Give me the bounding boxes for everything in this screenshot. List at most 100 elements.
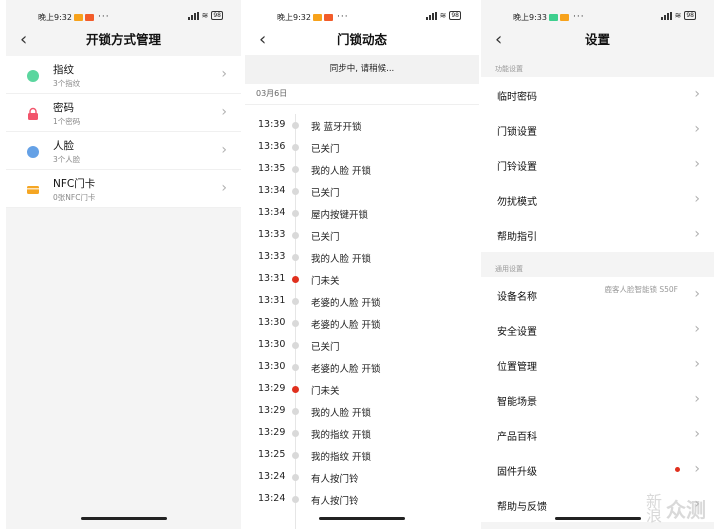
- status-time: 晚上9:33: [513, 13, 547, 22]
- event-text: 门未关: [311, 276, 340, 287]
- device-name-value: 鹿客人脸智能锁 S50F: [604, 285, 678, 294]
- settings-item-label: 勿扰模式: [497, 197, 537, 208]
- settings-item-label: 安全设置: [497, 327, 537, 338]
- event-time: 13:29: [258, 427, 286, 438]
- sync-status-bar: 同步中, 请稍候...: [245, 55, 479, 84]
- timeline-dot-icon: [292, 430, 299, 437]
- event-time: 13:30: [258, 361, 286, 372]
- unlock-method-item[interactable]: 指纹 3个指纹 ›: [6, 56, 241, 94]
- event-time: 13:31: [258, 273, 286, 284]
- wifi-icon: ≋: [201, 11, 209, 20]
- status-time: 晚上9:32: [38, 13, 72, 22]
- unlock-method-label: 指纹: [53, 64, 74, 76]
- unlock-method-item[interactable]: 密码 1个密码 ›: [6, 94, 241, 132]
- battery-icon: 98: [211, 11, 223, 20]
- timeline-event: 13:24 有人按门铃: [245, 466, 479, 488]
- app-notification-icon: [324, 13, 333, 21]
- settings-item-label: 固件升级: [497, 467, 537, 478]
- unlock-method-count: 1个密码: [53, 117, 81, 126]
- settings-item[interactable]: 安全设置 ›: [481, 312, 714, 347]
- event-time: 13:29: [258, 383, 286, 394]
- unlock-method-item[interactable]: 人脸 3个人脸 ›: [6, 132, 241, 170]
- event-time: 13:24: [258, 471, 286, 482]
- timeline-dot-icon: [292, 364, 299, 371]
- home-indicator[interactable]: [554, 517, 641, 520]
- page-title: 门锁动态: [336, 32, 387, 47]
- timeline-event: 13:39 我 蓝牙开锁: [245, 114, 479, 136]
- status-time: 晚上9:32: [277, 13, 311, 22]
- settings-item-label: 帮助指引: [497, 232, 537, 243]
- timeline-event: 13:30 老婆的人脸 开锁: [245, 356, 479, 378]
- event-text: 屋内按键开锁: [311, 210, 369, 221]
- chevron-right-icon: ›: [694, 86, 700, 102]
- event-time: 13:36: [258, 141, 286, 152]
- event-time: 13:31: [258, 295, 286, 306]
- log-date: 03月6日: [256, 89, 288, 98]
- settings-item[interactable]: 产品百科 ›: [481, 417, 714, 452]
- nav-bar: ‹ 设置: [481, 28, 714, 52]
- event-text: 我的人脸 开锁: [311, 254, 372, 265]
- lock-activity-screen: 晚上9:32 ··· ≋ 98 ‹ 门锁动态 同步中, 请稍候... 03月6日…: [245, 0, 479, 529]
- event-text: 已关门: [311, 144, 340, 155]
- timeline-dot-icon: [292, 210, 299, 217]
- divider: [245, 104, 479, 105]
- chevron-right-icon: ›: [221, 180, 227, 196]
- event-time: 13:25: [258, 449, 286, 460]
- settings-item[interactable]: 门铃设置 ›: [481, 147, 714, 182]
- chevron-right-icon: ›: [694, 191, 700, 207]
- settings-item[interactable]: 门锁设置 ›: [481, 112, 714, 147]
- watermark: 新浪 众测: [646, 493, 706, 523]
- settings-screen: 晚上9:33 ··· ≋ 98 ‹ 设置 功能设置 临时密码 › 门锁设置 › 门铃设置…: [481, 0, 714, 529]
- chevron-right-icon: ›: [221, 66, 227, 82]
- event-time: 13:30: [258, 339, 286, 350]
- unlock-method-item[interactable]: NFC门卡 0张NFC门卡 ›: [6, 170, 241, 208]
- event-time: 13:24: [258, 493, 286, 504]
- timeline-event: 13:31 老婆的人脸 开锁: [245, 290, 479, 312]
- settings-item-label: 帮助与反馈: [497, 502, 547, 513]
- timeline-event: 13:29 我的指纹 开锁: [245, 422, 479, 444]
- home-indicator[interactable]: [319, 517, 405, 520]
- event-time: 13:33: [258, 229, 286, 240]
- event-text: 老婆的人脸 开锁: [311, 320, 381, 331]
- app-notification-icon: [313, 13, 322, 21]
- event-text: 有人按门铃: [311, 474, 359, 485]
- timeline-event: 13:30 老婆的人脸 开锁: [245, 312, 479, 334]
- settings-item[interactable]: 固件升级 ›: [481, 452, 714, 487]
- timeline-dot-icon: [292, 188, 299, 195]
- status-bar: 晚上9:32 ··· ≋ 98: [245, 10, 479, 24]
- settings-item[interactable]: 帮助指引 ›: [481, 217, 714, 252]
- alert-dot-icon: [292, 276, 299, 283]
- settings-item[interactable]: 智能场景 ›: [481, 382, 714, 417]
- settings-item[interactable]: 勿扰模式 ›: [481, 182, 714, 217]
- event-time: 13:35: [258, 163, 286, 174]
- timeline-event: 13:31 门未关: [245, 268, 479, 290]
- chevron-right-icon: ›: [221, 104, 227, 120]
- settings-item-label: 产品百科: [497, 432, 537, 443]
- nav-bar: ‹ 门锁动态: [245, 28, 479, 52]
- unlock-method-count: 3个人脸: [53, 155, 81, 164]
- chevron-right-icon: ›: [694, 461, 700, 477]
- chevron-right-icon: ›: [694, 156, 700, 172]
- timeline-event: 13:36 已关门: [245, 136, 479, 158]
- event-text: 门未关: [311, 386, 340, 397]
- function-settings-group: 临时密码 › 门锁设置 › 门铃设置 › 勿扰模式 › 帮助指引 ›: [481, 77, 714, 252]
- event-text: 我的人脸 开锁: [311, 166, 372, 177]
- timeline-event: 13:35 我的人脸 开锁: [245, 158, 479, 180]
- status-bar: 晚上9:33 ··· ≋ 98: [481, 10, 714, 24]
- activity-timeline[interactable]: 13:39 我 蓝牙开锁 13:36 已关门 13:35 我的人脸 开锁 13:34 已关门 1…: [245, 114, 479, 529]
- timeline-dot-icon: [292, 320, 299, 327]
- event-text: 我的指纹 开锁: [311, 452, 372, 463]
- chevron-right-icon: ›: [694, 391, 700, 407]
- event-time: 13:33: [258, 251, 286, 262]
- home-indicator[interactable]: [80, 517, 167, 520]
- page-title: 设置: [584, 32, 610, 47]
- timeline-dot-icon: [292, 144, 299, 151]
- settings-item-label: 智能场景: [497, 397, 537, 408]
- unlock-method-count: 0张NFC门卡: [53, 193, 96, 202]
- timeline-event: 13:29 我的人脸 开锁: [245, 400, 479, 422]
- settings-item[interactable]: 位置管理 ›: [481, 347, 714, 382]
- section-header-general: 通用设置: [495, 265, 523, 273]
- settings-item[interactable]: 设备名称 鹿客人脸智能锁 S50F ›: [481, 277, 714, 312]
- settings-item[interactable]: 临时密码 ›: [481, 77, 714, 112]
- timeline-dot-icon: [292, 452, 299, 459]
